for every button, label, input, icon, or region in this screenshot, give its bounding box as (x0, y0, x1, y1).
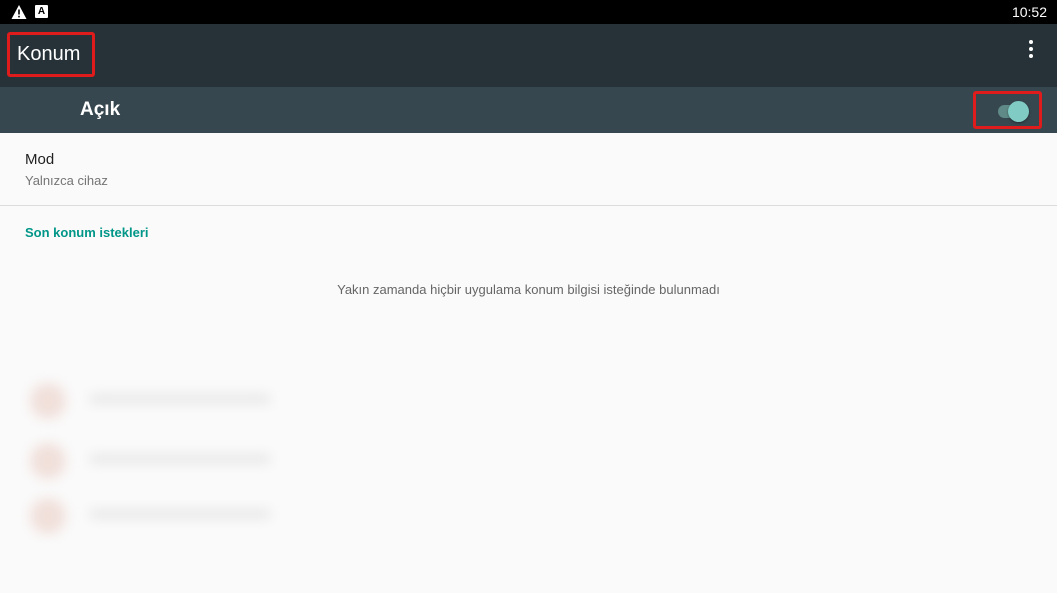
switch-label: Açık (80, 99, 121, 120)
overflow-menu-icon[interactable] (1023, 38, 1039, 62)
a-notification-icon: A (35, 5, 48, 18)
page-title: Konum (7, 32, 95, 77)
mode-title: Mod (25, 151, 55, 168)
divider (0, 205, 1057, 206)
mode-preference[interactable]: Mod Yalnızca cihaz (0, 133, 1057, 205)
recent-requests-header: Son konum istekleri (25, 225, 149, 240)
settings-content: Mod Yalnızca cihaz Son konum istekleri Y… (0, 133, 1057, 593)
toggle-thumb (1008, 101, 1029, 122)
status-bar: A 10:52 (0, 0, 1057, 24)
mode-summary: Yalnızca cihaz (25, 173, 108, 188)
warning-icon (11, 5, 27, 19)
empty-requests-message: Yakın zamanda hiçbir uygulama konum bilg… (337, 282, 720, 297)
blurred-background-ghost (0, 333, 310, 553)
location-toggle[interactable] (973, 91, 1042, 129)
location-master-switch-bar[interactable]: Açık (0, 87, 1057, 133)
status-clock: 10:52 (1011, 4, 1047, 20)
app-bar: Konum (0, 24, 1057, 87)
